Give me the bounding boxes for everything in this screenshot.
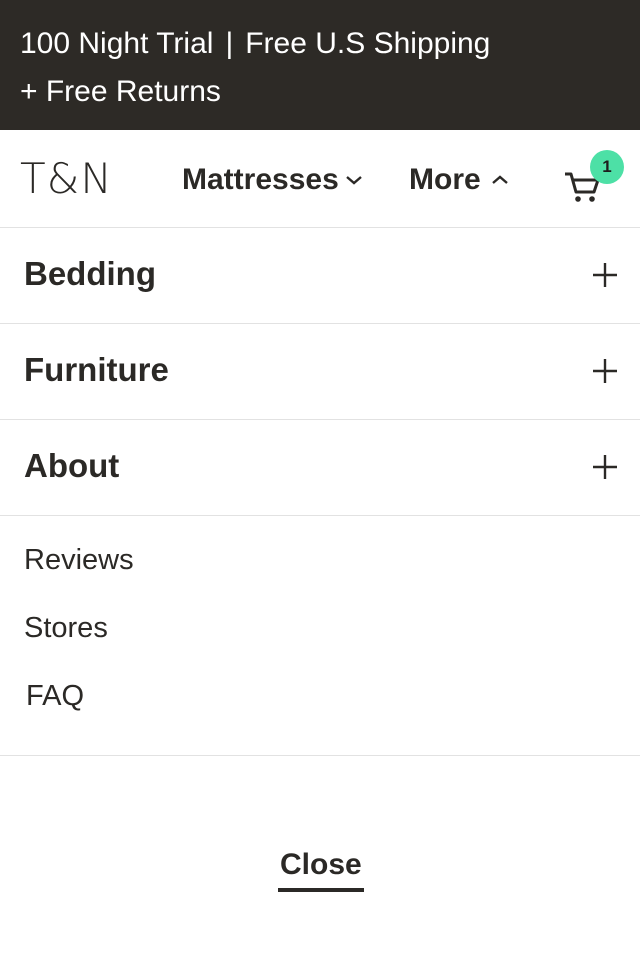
link-stores[interactable]: Stores [24, 610, 108, 646]
secondary-links: Reviews Stores FAQ [0, 516, 640, 756]
nav-mattresses[interactable]: Mattresses [182, 162, 363, 198]
chevron-up-icon [491, 175, 508, 184]
cart-count-badge: 1 [590, 150, 624, 184]
nav-mattresses-label: Mattresses [182, 163, 339, 196]
promo-line-1: 100 Night Trial | Free U.S Shipping [20, 20, 620, 68]
plus-icon[interactable] [592, 358, 618, 384]
close-button[interactable]: Close [278, 842, 364, 892]
menu-section-label: About [24, 447, 120, 484]
menu-section-about[interactable]: About [0, 420, 640, 516]
link-reviews[interactable]: Reviews [24, 542, 134, 578]
cart-button[interactable]: 1 [560, 150, 626, 210]
promo-shipping-text: Free U.S Shipping [245, 27, 491, 60]
promo-trial-text: 100 Night Trial [20, 27, 214, 60]
nav-more-label: More [409, 163, 481, 196]
logo[interactable]: T&N [20, 156, 113, 202]
promo-banner: 100 Night Trial | Free U.S Shipping + Free… [0, 0, 640, 130]
promo-returns-text: + Free Returns [20, 75, 221, 108]
site-header: T&N Mattresses More 1 [0, 130, 640, 228]
link-faq[interactable]: FAQ [26, 678, 84, 714]
promo-separator: | [225, 27, 234, 60]
menu-section-furniture[interactable]: Furniture [0, 324, 640, 420]
plus-icon[interactable] [592, 454, 618, 480]
chevron-down-icon [345, 176, 362, 185]
menu-section-label: Bedding [24, 255, 156, 292]
plus-icon[interactable] [592, 262, 618, 288]
menu-section-label: Furniture [24, 351, 169, 388]
menu-section-bedding[interactable]: Bedding [0, 228, 640, 324]
nav-more[interactable]: More [409, 162, 509, 198]
